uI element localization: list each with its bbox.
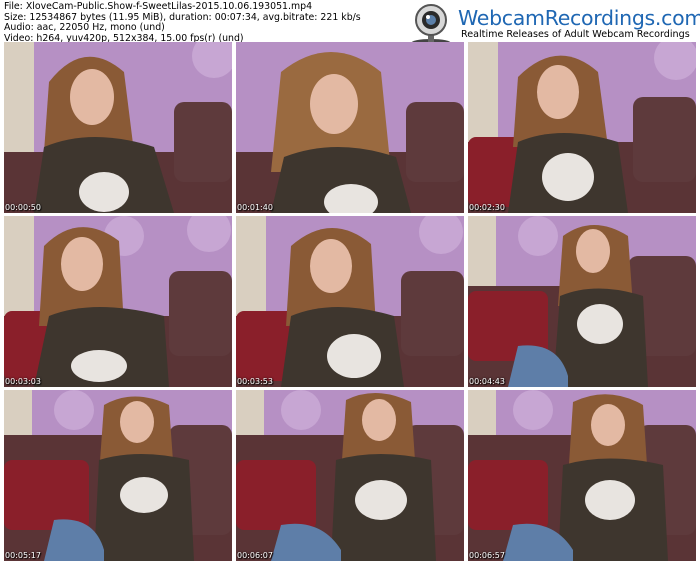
frame-image <box>468 42 696 213</box>
frame-image <box>468 390 696 561</box>
frame-timestamp: 00:06:57 <box>469 551 505 560</box>
thumbnail-frame: 00:05:17 <box>4 390 232 561</box>
frame-timestamp: 00:03:03 <box>5 377 41 386</box>
thumbnail-frame: 00:06:57 <box>468 390 696 561</box>
thumbnail-frame: 00:04:43 <box>468 216 696 387</box>
frame-timestamp: 00:05:17 <box>5 551 41 560</box>
frame-image <box>4 42 232 213</box>
thumbnail-frame: 00:01:40 <box>236 42 464 213</box>
thumbnail-frame: 00:03:03 <box>4 216 232 387</box>
frame-timestamp: 00:01:40 <box>237 203 273 212</box>
frame-image <box>4 390 232 561</box>
logo-name: WebcamRecordings.com <box>458 6 700 30</box>
thumbnail-grid: 00:00:50 00:01:40 00:02:30 00:03:03 00:0… <box>4 42 696 561</box>
file-name: File: XloveCam-Public.Show-f-SweetLilas-… <box>4 1 313 12</box>
logo-tagline: Realtime Releases of Adult Webcam Record… <box>461 29 690 40</box>
thumbnail-frame: 00:06:07 <box>236 390 464 561</box>
frame-image <box>236 390 464 561</box>
frame-timestamp: 00:04:43 <box>469 377 505 386</box>
thumbnail-frame: 00:03:53 <box>236 216 464 387</box>
frame-timestamp: 00:00:50 <box>5 203 41 212</box>
frame-timestamp: 00:02:30 <box>469 203 505 212</box>
frame-image <box>4 216 232 387</box>
frame-image <box>236 42 464 213</box>
frame-image <box>468 216 696 387</box>
thumbnail-frame: 00:00:50 <box>4 42 232 213</box>
thumbnail-frame: 00:02:30 <box>468 42 696 213</box>
frame-timestamp: 00:06:07 <box>237 551 273 560</box>
frame-image <box>236 216 464 387</box>
file-info: File: XloveCam-Public.Show-f-SweetLilas-… <box>4 1 396 44</box>
frame-timestamp: 00:03:53 <box>237 377 273 386</box>
